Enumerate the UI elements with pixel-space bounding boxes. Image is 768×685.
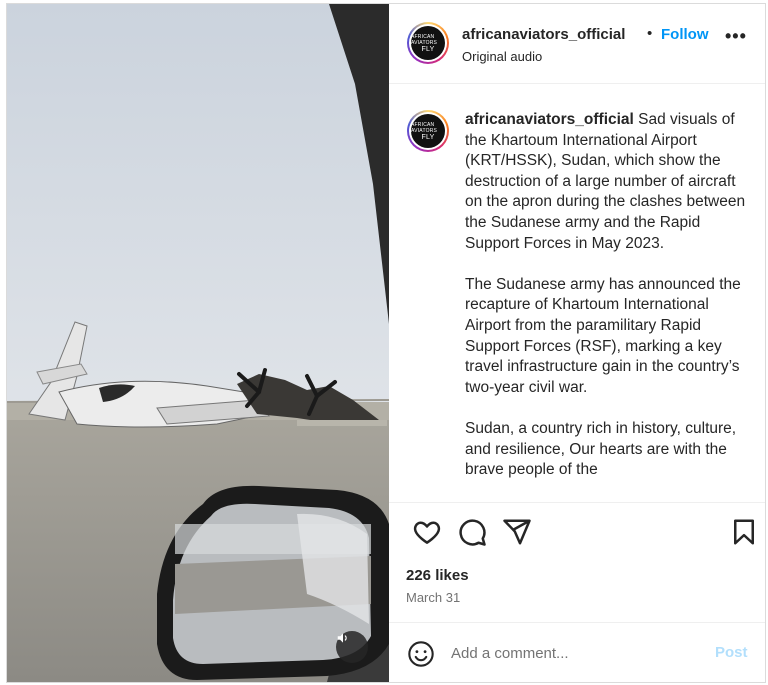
bookmark-icon[interactable]: [729, 517, 759, 547]
instagram-post: AFRICAN AVIATORS FLY africanaviators_off…: [6, 3, 766, 683]
caption-username-link[interactable]: africanaviators_official: [465, 111, 634, 128]
post-video[interactable]: [7, 4, 389, 682]
volume-icon: [337, 633, 347, 643]
username-link[interactable]: africanaviators_official: [462, 26, 625, 43]
post-sidebar: AFRICAN AVIATORS FLY africanaviators_off…: [389, 4, 765, 682]
heart-icon[interactable]: [412, 517, 442, 547]
audio-toggle-button[interactable]: [336, 631, 368, 663]
comment-input[interactable]: [451, 641, 691, 665]
share-icon[interactable]: [502, 517, 532, 547]
caption-avatar[interactable]: AFRICAN AVIATORS FLY: [407, 110, 449, 152]
follow-button[interactable]: Follow: [661, 26, 709, 43]
post-comment-button[interactable]: Post: [715, 644, 748, 661]
post-header: AFRICAN AVIATORS FLY africanaviators_off…: [389, 4, 765, 84]
caption-paragraph-1: Sad visuals of the Khartoum Internationa…: [465, 111, 746, 252]
more-options-icon[interactable]: •••: [725, 26, 747, 47]
caption-paragraph-2: The Sudanese army has announced the reca…: [465, 275, 741, 396]
avatar[interactable]: AFRICAN AVIATORS FLY: [407, 22, 449, 64]
likes-count[interactable]: 226 likes: [406, 567, 469, 584]
audio-source-link[interactable]: Original audio: [462, 49, 542, 64]
comment-box: Post: [389, 622, 765, 682]
emoji-icon[interactable]: [407, 640, 435, 668]
caption-paragraph-3: Sudan, a country rich in history, cultur…: [465, 419, 737, 479]
action-bar: 226 likes March 31: [389, 502, 765, 623]
brand-logo-icon: AFRICAN AVIATORS FLY: [411, 114, 445, 148]
comment-icon[interactable]: [457, 517, 487, 547]
caption-section: AFRICAN AVIATORS FLY africanaviators_off…: [389, 84, 765, 502]
post-date[interactable]: March 31: [406, 590, 460, 605]
caption-text: africanaviators_official Sad visuals of …: [465, 110, 755, 501]
separator-dot: •: [647, 25, 653, 42]
video-frame-image: [7, 4, 389, 682]
brand-logo-icon: AFRICAN AVIATORS FLY: [411, 26, 445, 60]
